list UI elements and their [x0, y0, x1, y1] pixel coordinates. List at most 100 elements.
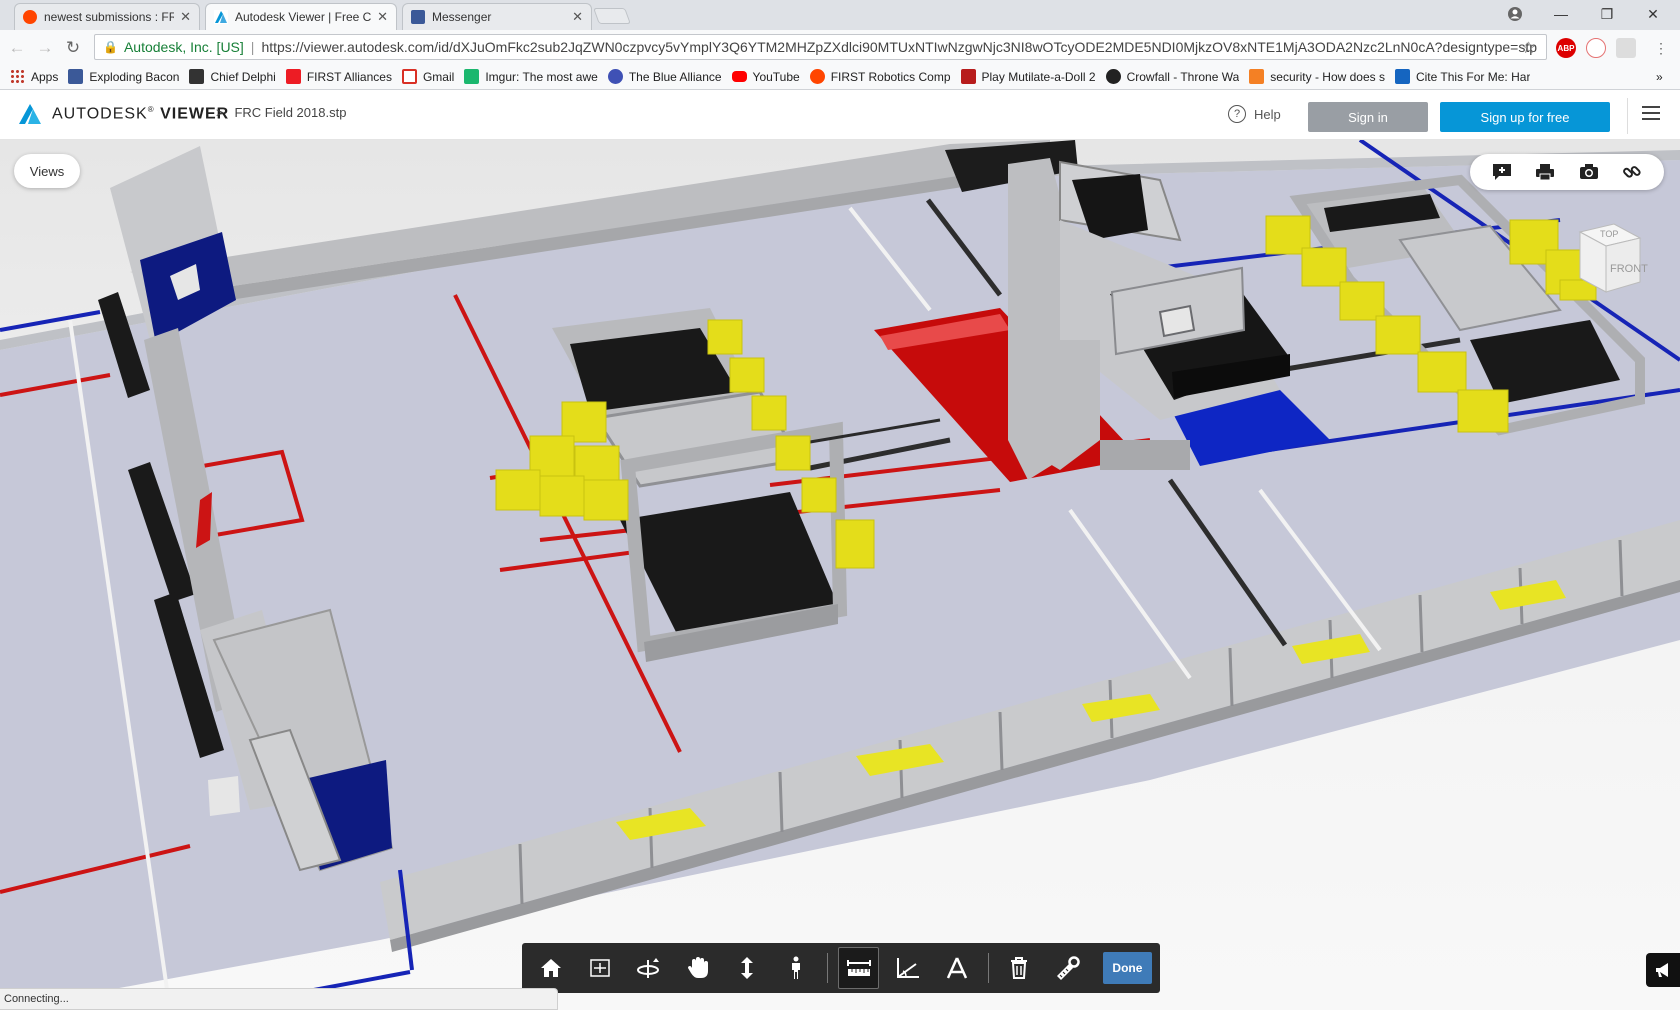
bookmark-crowfall[interactable]: Crowfall - Throne Wa [1105, 69, 1239, 84]
viewcube-front-label[interactable]: FRONT [1610, 263, 1648, 275]
sign-up-button[interactable]: Sign up for free [1440, 102, 1610, 132]
viewer-toolbar: Done [522, 943, 1160, 993]
view-cube[interactable]: TOP FRONT [1570, 220, 1650, 305]
header-divider [1627, 98, 1628, 134]
bookmark-imgur[interactable]: Imgur: The most awe [464, 69, 598, 84]
restore-button[interactable]: ❐ [1586, 0, 1628, 28]
help-link[interactable]: ? Help [1228, 105, 1281, 123]
bookmark-exploding-bacon[interactable]: Exploding Bacon [68, 69, 179, 84]
calibrate-icon[interactable] [936, 947, 977, 989]
close-icon[interactable]: ✕ [180, 9, 191, 25]
tab-autodesk-viewer[interactable]: Autodesk Viewer | Free C ✕ [205, 3, 397, 30]
bookmark-the-blue-alliance[interactable]: The Blue Alliance [607, 69, 722, 84]
bookmark-chief-delphi[interactable]: Chief Delphi [189, 69, 276, 84]
profile-icon[interactable] [1494, 0, 1536, 28]
k-icon [960, 69, 976, 84]
bookmark-apps[interactable]: Apps [10, 69, 58, 84]
bookmark-label: Chief Delphi [210, 69, 276, 84]
new-tab-button[interactable] [593, 8, 631, 24]
tab-title: Autodesk Viewer | Free C [235, 10, 372, 24]
close-window-button[interactable]: ✕ [1632, 0, 1674, 28]
autodesk-logo-icon [19, 104, 41, 124]
url-text[interactable]: https://viewer.autodesk.com/id/dXJuOmFkc… [261, 39, 1537, 55]
viewcube-top-label[interactable]: TOP [1600, 229, 1618, 239]
help-label: Help [1254, 106, 1281, 122]
back-button[interactable]: ← [6, 37, 28, 59]
measure-angle-icon[interactable] [887, 947, 928, 989]
toolbar-separator [987, 953, 989, 983]
bookmark-first-robotics[interactable]: FIRST Robotics Comp [809, 69, 951, 84]
facebook-icon [411, 10, 425, 24]
tab-title: newest submissions : FRC [44, 10, 175, 24]
bookmark-label: The Blue Alliance [628, 69, 722, 84]
imgur-icon [464, 69, 480, 84]
print-icon[interactable] [1534, 161, 1556, 183]
status-bar: Connecting... [0, 988, 558, 1010]
extension-icon[interactable] [1616, 38, 1636, 58]
tab-messenger[interactable]: Messenger ✕ [402, 3, 592, 30]
reddit-icon [23, 10, 37, 24]
bookmark-youtube[interactable]: YouTube [731, 69, 800, 84]
reload-button[interactable]: ↻ [62, 37, 84, 59]
help-icon: ? [1228, 105, 1246, 123]
breadcrumb: > FRC Field 2018.stp [216, 105, 346, 120]
address-separator: | [250, 39, 255, 55]
frc-field-model[interactable] [0, 140, 1680, 1010]
first-person-icon[interactable] [776, 947, 817, 989]
measure-distance-icon[interactable] [838, 947, 880, 989]
fit-to-view-icon[interactable] [579, 947, 620, 989]
browser-toolbar: ← → ↻ 🔒 Autodesk, Inc. [US] | https://vi… [0, 30, 1680, 64]
bookmark-label: Cite This For Me: Har [1415, 69, 1531, 84]
dolly-icon[interactable] [727, 947, 768, 989]
delete-icon[interactable] [999, 947, 1040, 989]
breadcrumb-separator: > [216, 105, 224, 120]
bookmark-label: Apps [31, 69, 59, 84]
cite-icon [1394, 69, 1410, 84]
extension-icon[interactable] [1586, 38, 1606, 58]
close-icon[interactable]: ✕ [377, 9, 388, 25]
home-icon[interactable] [530, 947, 571, 989]
reddit-icon [809, 69, 825, 84]
tba-icon [607, 69, 623, 84]
bookmark-label: YouTube [752, 69, 800, 84]
bookmark-star-icon[interactable]: ☆ [1522, 38, 1536, 58]
adblock-extension-icon[interactable]: ABP [1556, 38, 1576, 58]
orbit-icon[interactable] [628, 947, 669, 989]
browser-tab-strip: newest submissions : FRC ✕ Autodesk View… [0, 0, 1680, 30]
settings-icon[interactable] [1048, 947, 1089, 989]
feedback-megaphone-icon[interactable] [1646, 953, 1680, 987]
more-bookmarks-button[interactable]: » [1656, 70, 1663, 84]
youtube-icon [731, 71, 747, 82]
link-icon[interactable] [1621, 161, 1643, 183]
brand-registered: ® [147, 104, 155, 114]
bookmark-label: FIRST Alliances [306, 69, 392, 84]
facebook-icon [68, 69, 84, 84]
bookmark-gmail[interactable]: Gmail [401, 69, 454, 84]
bookmark-first-alliances[interactable]: FIRST Alliances [285, 69, 392, 84]
first-icon [285, 69, 301, 84]
comment-icon[interactable] [1491, 161, 1513, 183]
close-icon[interactable]: ✕ [572, 9, 583, 25]
stackexchange-icon [1249, 69, 1265, 84]
views-button[interactable]: Views [14, 154, 80, 188]
bookmark-label: Play Mutilate-a-Doll 2 [981, 69, 1096, 84]
bookmark-security[interactable]: security - How does s [1249, 69, 1385, 84]
site-identity[interactable]: Autodesk, Inc. [US] [124, 39, 244, 55]
chrome-menu-icon[interactable]: ⋮ [1650, 37, 1672, 59]
tab-reddit[interactable]: newest submissions : FRC ✕ [14, 3, 200, 30]
model-viewport[interactable]: Views TOP FRONT Done [0, 140, 1680, 1010]
hamburger-menu-icon[interactable] [1642, 106, 1660, 120]
bookmark-mutilate-a-doll[interactable]: Play Mutilate-a-Doll 2 [960, 69, 1096, 84]
bookmarks-bar: Apps Exploding Bacon Chief Delphi FIRST … [0, 64, 1680, 90]
lock-icon: 🔒 [103, 40, 118, 54]
forward-button[interactable]: → [34, 37, 56, 59]
pan-icon[interactable] [678, 947, 719, 989]
sign-in-button[interactable]: Sign in [1308, 102, 1428, 132]
minimize-button[interactable]: — [1540, 0, 1582, 28]
autodesk-logo[interactable]: AUTODESK® VIEWER [18, 103, 229, 125]
done-button[interactable]: Done [1102, 952, 1152, 984]
address-bar[interactable]: 🔒 Autodesk, Inc. [US] | https://viewer.a… [94, 34, 1547, 60]
bookmark-cite-this-for-me[interactable]: Cite This For Me: Har [1394, 69, 1531, 84]
camera-icon[interactable] [1578, 161, 1600, 183]
file-name: FRC Field 2018.stp [234, 105, 347, 120]
